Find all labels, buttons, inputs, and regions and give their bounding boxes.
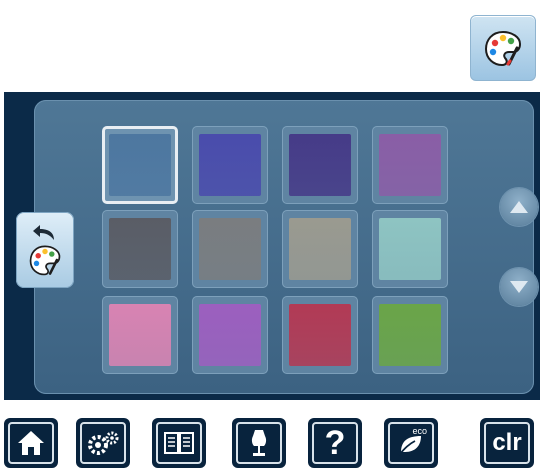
color-swatch — [109, 304, 171, 366]
back-palette-tab[interactable] — [16, 212, 74, 288]
color-palette-icon — [29, 245, 61, 276]
color-swatch — [289, 304, 351, 366]
book-icon — [164, 432, 194, 454]
home-button[interactable] — [4, 418, 58, 468]
clear-label: clr — [492, 429, 522, 456]
color-swatch-button[interactable] — [102, 296, 178, 374]
color-swatch — [199, 304, 261, 366]
color-swatch-button[interactable] — [102, 210, 178, 288]
color-swatch — [379, 134, 441, 196]
scroll-down-button[interactable] — [500, 268, 538, 306]
eco-label: eco — [412, 426, 427, 436]
color-swatch — [199, 218, 261, 280]
eco-button[interactable]: eco — [384, 418, 438, 468]
color-palette-icon — [484, 30, 522, 67]
book-button[interactable] — [152, 418, 206, 468]
home-icon — [18, 431, 44, 455]
back-arrow-icon — [33, 225, 54, 240]
color-swatch — [109, 134, 171, 196]
color-selection-screen — [4, 92, 540, 400]
color-swatch-button[interactable] — [372, 296, 448, 374]
help-button[interactable]: ? — [308, 418, 362, 468]
color-swatch — [109, 218, 171, 280]
color-swatch-button[interactable] — [282, 210, 358, 288]
help-icon: ? — [324, 424, 346, 462]
color-swatch — [379, 304, 441, 366]
color-swatch-button[interactable] — [102, 126, 178, 204]
color-swatch-button[interactable] — [372, 126, 448, 204]
dress-form-icon — [251, 430, 267, 456]
triangle-up-icon — [510, 201, 528, 213]
color-swatch-button[interactable] — [372, 210, 448, 288]
gears-icon — [88, 431, 119, 455]
color-swatch — [289, 134, 351, 196]
color-swatch-button[interactable] — [282, 296, 358, 374]
color-swatch-button[interactable] — [192, 210, 268, 288]
color-swatch — [289, 218, 351, 280]
sewing-mode-button[interactable] — [232, 418, 286, 468]
triangle-down-icon — [510, 281, 528, 293]
color-swatch — [199, 134, 261, 196]
color-swatch-button[interactable] — [282, 126, 358, 204]
clear-button[interactable]: clr — [480, 418, 534, 468]
swatch-panel — [34, 100, 538, 394]
color-swatch — [379, 218, 441, 280]
color-palette-button[interactable] — [470, 15, 536, 81]
bottom-toolbar: ? eco clr — [0, 408, 544, 472]
scroll-up-button[interactable] — [500, 188, 538, 226]
color-swatch-button[interactable] — [192, 126, 268, 204]
settings-button[interactable] — [76, 418, 130, 468]
color-swatch-button[interactable] — [192, 296, 268, 374]
